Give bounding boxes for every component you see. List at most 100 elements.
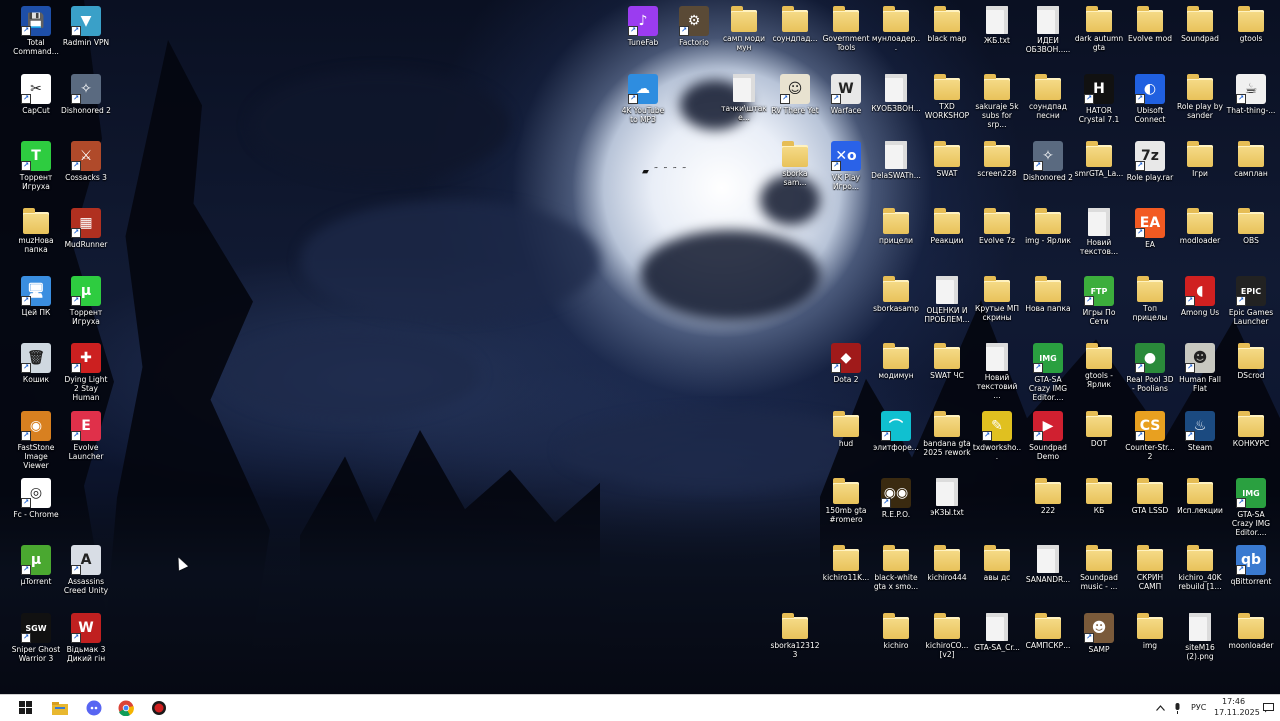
desktop-icon[interactable]: EA ↗ EA (1125, 206, 1175, 270)
desktop-icon[interactable]: ✧ ↗ Dishonored 2 (61, 72, 111, 136)
desktop-icon[interactable]: H ↗ HATOR Crystal 7.1 (1074, 72, 1124, 136)
desktop-icon[interactable]: IMG ↗ GTA-SA Crazy IMG Editor.... (1226, 476, 1276, 540)
desktop-icon[interactable]: A ↗ Assassins Creed Unity (61, 543, 111, 607)
language-indicator[interactable]: РУС (1191, 703, 1206, 712)
desktop-icon[interactable]: sborka sam... (770, 139, 820, 203)
desktop-icon[interactable]: модимун (871, 341, 921, 405)
desktop-icon[interactable]: ☻ ↗ SAMP (1074, 611, 1124, 675)
desktop-icon[interactable]: Government Tools (821, 4, 871, 68)
desktop-icon[interactable]: ☕ ↗ That-thing-... (1226, 72, 1276, 136)
desktop-icon[interactable]: DelaSWATh... (871, 139, 921, 203)
desktop-icon[interactable]: SGW ↗ Sniper Ghost Warrior 3 (11, 611, 61, 675)
desktop-icon[interactable]: black map (922, 4, 972, 68)
desktop-icon[interactable]: SANANDR... (1023, 543, 1073, 607)
desktop-icon[interactable]: Топ прицелы (1125, 274, 1175, 338)
clock-time[interactable]: 17:46 (1222, 697, 1245, 706)
desktop-icon[interactable]: авы дс (972, 543, 1022, 607)
desktop-icon[interactable]: T ↗ Торрент Игруха (11, 139, 61, 203)
desktop-icon[interactable]: Новий текстов... (1074, 206, 1124, 270)
desktop-icon[interactable]: КУОБЗВОН... (871, 72, 921, 136)
desktop-icon[interactable]: black-white gta x smo... (871, 543, 921, 607)
desktop-icon[interactable]: ◆ ↗ Dota 2 (821, 341, 871, 405)
desktop-icon[interactable]: ◐ ↗ Ubisoft Connect (1125, 72, 1175, 136)
desktop-icon[interactable]: ⌒ ↗ элитфоре... (871, 409, 921, 473)
microphone-icon[interactable] (1170, 698, 1184, 718)
desktop-icon[interactable]: EPIC ↗ Epic Games Launcher (1226, 274, 1276, 338)
desktop-icon[interactable]: kichiro444 (922, 543, 972, 607)
tray-overflow-chevron-up-icon[interactable] (1153, 698, 1167, 718)
desktop-icon[interactable]: GTA-SA_Cr... (972, 611, 1022, 675)
desktop-icon[interactable]: Evolve mod (1125, 4, 1175, 68)
desktop-icon[interactable]: тачки\штаке... (719, 72, 769, 136)
desktop-icon[interactable]: Role play by sander (1175, 72, 1225, 136)
desktop-icon[interactable]: kichiro_40K rebuild [1... (1175, 543, 1225, 607)
desktop-icon[interactable]: ◖ ↗ Among Us (1175, 274, 1225, 338)
desktop-icon[interactable]: ✕o ↗ VK Play Игро... (821, 139, 871, 203)
desktop-icon[interactable]: kichiroCO... [v2] (922, 611, 972, 675)
desktop-icon[interactable]: dark autumn gta (1074, 4, 1124, 68)
desktop-icon[interactable]: ● ↗ Real Pool 3D - Poolians (1125, 341, 1175, 405)
desktop-icon[interactable]: Ігри (1175, 139, 1225, 203)
desktop-icon[interactable]: IMG ↗ GTA-SA Crazy IMG Editor.... (1023, 341, 1073, 405)
desktop-icon[interactable]: W ↗ Відьмак 3 Дикий гін (61, 611, 111, 675)
desktop-icon[interactable]: modloader (1175, 206, 1225, 270)
desktop-icon[interactable]: muzНова папка (11, 206, 61, 270)
desktop-icon[interactable]: мунлоадер... (871, 4, 921, 68)
desktop-icon[interactable]: 150mb gta #romero (821, 476, 871, 540)
desktop-icon[interactable]: 7z ↗ Role play.rar (1125, 139, 1175, 203)
desktop-icon[interactable]: µ ↗ µTorrent (11, 543, 61, 607)
desktop-icon[interactable]: Крутые МП скрины (972, 274, 1022, 338)
desktop-icon[interactable]: ☺ ↗ RV There Yet (770, 72, 820, 136)
desktop-icon[interactable]: соундпад... (770, 4, 820, 68)
taskbar-discord-button[interactable] (82, 698, 106, 718)
taskbar-file-explorer-button[interactable] (48, 698, 72, 718)
desktop-icon[interactable]: ✚ ↗ Dying Light 2 Stay Human (61, 341, 111, 405)
desktop-icon[interactable]: µ ↗ Торрент Игруха (61, 274, 111, 338)
desktop-icon[interactable]: Новий текстовий ... (972, 341, 1022, 405)
desktop-icon[interactable]: ◉ ↗ FastStone Image Viewer (11, 409, 61, 473)
taskbar-app-button[interactable] (147, 698, 171, 718)
desktop-icon[interactable]: 💾 ↗ Total Command... (11, 4, 61, 68)
desktop-icon[interactable]: ♪ ↗ TuneFab (618, 4, 668, 68)
clock-date[interactable]: 17.11.2025 (1214, 708, 1260, 717)
desktop-icon[interactable]: gtools (1226, 4, 1276, 68)
desktop-icon[interactable]: Реакции (922, 206, 972, 270)
desktop-icon[interactable]: ♨ ↗ Steam (1175, 409, 1225, 473)
desktop-icon[interactable]: qb ↗ qBittorrent (1226, 543, 1276, 607)
desktop-icon[interactable]: Нова папка (1023, 274, 1073, 338)
desktop-icon[interactable]: ☁ ↗ 4K YouTube to MP3 (618, 72, 668, 136)
desktop-icon[interactable]: ▼ ↗ Radmin VPN (61, 4, 111, 68)
desktop-icon[interactable]: kichiro11K... (821, 543, 871, 607)
desktop-icon[interactable]: ИДЕИ ОБЗВОН..... (1023, 4, 1073, 68)
desktop-icon[interactable]: TXD WORKSHOP (922, 72, 972, 136)
desktop-icon[interactable]: gtools - Ярлик (1074, 341, 1124, 405)
desktop-icon[interactable]: 🖥 ↗ Цей ПК (11, 274, 61, 338)
desktop-icon[interactable]: Исп.лекции (1175, 476, 1225, 540)
desktop-icon[interactable]: moonloader (1226, 611, 1276, 675)
desktop-icon[interactable]: sborkasamp (871, 274, 921, 338)
desktop-icon[interactable]: SWAT (922, 139, 972, 203)
desktop-icon[interactable]: самплан (1226, 139, 1276, 203)
desktop-icon[interactable]: 222 (1023, 476, 1073, 540)
desktop-icon[interactable]: ЖБ.txt (972, 4, 1022, 68)
desktop-icon[interactable]: screen228 (972, 139, 1022, 203)
desktop-icon[interactable]: smrGTA_La... (1074, 139, 1124, 203)
desktop-icon[interactable]: ◎ ↗ Fc - Chrome (11, 476, 61, 540)
desktop-icon[interactable]: CS ↗ Counter-Str... 2 (1125, 409, 1175, 473)
desktop-icon[interactable]: прицели (871, 206, 921, 270)
desktop-icon[interactable]: W ↗ Warface (821, 72, 871, 136)
desktop-icon[interactable]: DScrod (1226, 341, 1276, 405)
desktop-icon[interactable]: DOT (1074, 409, 1124, 473)
desktop-icon[interactable]: 🗑 ↗ Кошик (11, 341, 61, 405)
desktop-icon[interactable]: bandana gta 2025 rework (922, 409, 972, 473)
desktop-icon[interactable]: ✂ ↗ CapCut (11, 72, 61, 136)
desktop-icon[interactable]: OBS (1226, 206, 1276, 270)
desktop-icon[interactable]: ⚙ ↗ Factorio (669, 4, 719, 68)
desktop-icon[interactable]: ✧ ↗ Dishonored 2 (1023, 139, 1073, 203)
desktop-icon[interactable]: Evolve 7z (972, 206, 1022, 270)
notifications-icon[interactable] (1260, 698, 1276, 718)
desktop-icon[interactable]: kichiro (871, 611, 921, 675)
start-button[interactable] (14, 698, 38, 718)
taskbar-chrome-button[interactable] (114, 698, 138, 718)
desktop-icon[interactable]: sakuraje 5k subs for srp... (972, 72, 1022, 136)
